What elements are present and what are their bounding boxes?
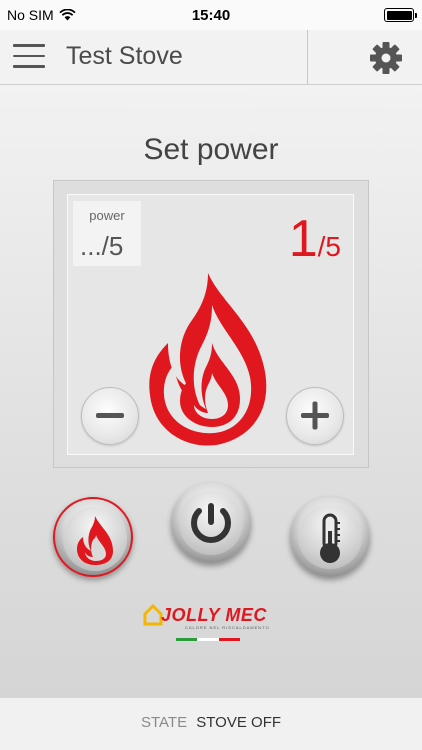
decrease-power-button[interactable] [81, 387, 139, 445]
power-setpoint-value: .../5 [80, 231, 124, 261]
max-power-level: /5 [317, 231, 341, 262]
power-toggle-button[interactable] [171, 483, 251, 563]
status-bar: No SIM 15:40 [0, 0, 422, 30]
power-panel-inner: power .../5 1/5 [67, 194, 354, 455]
power-setpoint-box: power .../5 [73, 201, 141, 266]
gear-icon [370, 42, 402, 74]
logo-house-icon [143, 604, 163, 626]
flame-icon [77, 516, 113, 565]
logo-tagline: CALORE NEL RISCALDAMENTO [185, 625, 270, 630]
plus-icon [300, 401, 329, 429]
header-title: Test Stove [66, 42, 183, 70]
menu-line [13, 65, 45, 68]
header-divider [307, 30, 308, 85]
settings-button[interactable] [368, 40, 404, 76]
minus-icon [95, 412, 124, 418]
state-footer: STATE STOVE OFF [0, 697, 422, 750]
increase-power-button[interactable] [286, 387, 344, 445]
state-label: STATE [140, 714, 188, 731]
power-level-display: 1/5 [289, 209, 341, 269]
italian-flag-stripe [176, 638, 240, 641]
app-header: Test Stove [0, 30, 422, 85]
state-value: STOVE OFF [196, 714, 282, 731]
flame-icon [149, 273, 267, 446]
logo-text: JOLLY MEC [161, 605, 267, 625]
page-title: Set power [143, 133, 279, 166]
power-label: power [89, 208, 125, 223]
power-panel: power .../5 1/5 [53, 180, 369, 468]
hamburger-menu-button[interactable] [13, 44, 45, 70]
current-power-level: 1 [288, 210, 318, 268]
battery-icon [384, 8, 417, 22]
jolly-mec-logo: JOLLY MEC CALORE NEL RISCALDAMENTO [143, 604, 283, 646]
power-icon [191, 503, 231, 544]
menu-line [13, 44, 45, 47]
status-time: 15:40 [191, 7, 231, 24]
menu-line [13, 54, 45, 57]
thermometer-icon [320, 513, 340, 563]
temperature-button[interactable] [290, 497, 370, 577]
flame-mode-button[interactable] [53, 497, 133, 577]
